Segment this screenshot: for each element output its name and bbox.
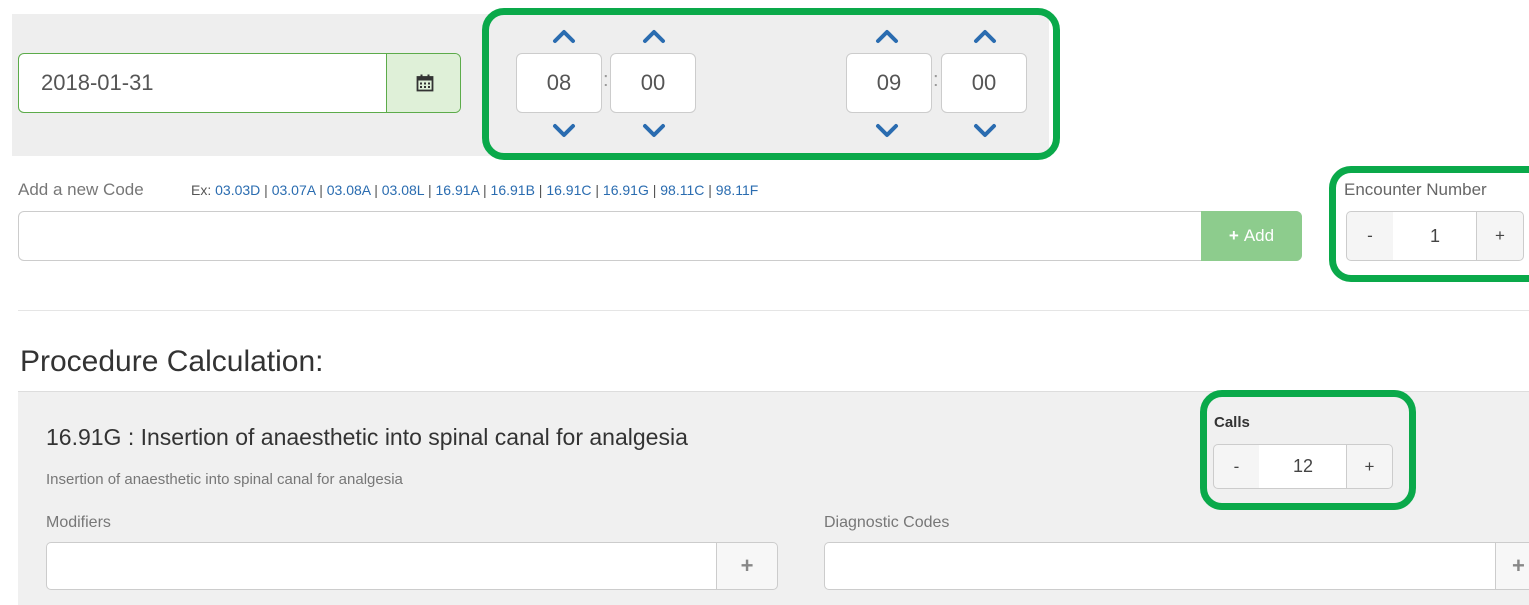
- example-separator: |: [424, 182, 436, 198]
- example-separator: |: [479, 182, 491, 198]
- modifiers-label: Modifiers: [46, 514, 111, 531]
- example-code-link[interactable]: 03.08A: [327, 182, 371, 198]
- date-picker[interactable]: 2018-01-31: [18, 53, 461, 113]
- example-code-link[interactable]: 98.11C: [660, 182, 704, 198]
- code-input[interactable]: [18, 211, 1302, 261]
- calendar-icon: [416, 74, 433, 92]
- example-separator: |: [591, 182, 603, 198]
- diagnostic-codes-label: Diagnostic Codes: [824, 514, 950, 531]
- encounter-highlight: [1329, 166, 1529, 282]
- example-code-link[interactable]: 16.91G: [603, 182, 649, 198]
- add-code-button[interactable]: + Add: [1201, 211, 1302, 261]
- plus-icon: +: [1228, 226, 1239, 245]
- example-separator: |: [534, 182, 547, 198]
- example-code-link[interactable]: 16.91B: [491, 182, 535, 198]
- add-code-label: Add a new Code: [18, 180, 144, 199]
- modifiers-input[interactable]: [46, 542, 717, 590]
- procedure-title: 16.91G : Insertion of anaesthetic into s…: [46, 424, 688, 450]
- divider: [18, 310, 1529, 311]
- calls-highlight: [1200, 390, 1416, 510]
- add-button-label: Add: [1243, 226, 1275, 245]
- example-separator: |: [370, 182, 382, 198]
- example-code-link[interactable]: 16.91C: [546, 182, 591, 198]
- example-code-link[interactable]: 98.11F: [716, 182, 759, 198]
- example-code-link[interactable]: 16.91A: [436, 182, 480, 198]
- examples-prefix: Ex:: [191, 182, 216, 198]
- time-spinners-highlight: [482, 8, 1060, 160]
- example-separator: |: [260, 182, 272, 198]
- section-title: Procedure Calculation:: [20, 345, 324, 378]
- code-examples: Ex: 03.03D | 03.07A | 03.08A | 03.08L | …: [191, 182, 758, 198]
- example-code-link[interactable]: 03.08L: [382, 182, 424, 198]
- example-separator: |: [704, 182, 716, 198]
- example-separator: |: [315, 182, 327, 198]
- add-modifier-button[interactable]: +: [716, 542, 778, 590]
- add-diagnostic-button[interactable]: +: [1495, 542, 1529, 590]
- example-separator: |: [648, 182, 661, 198]
- diagnostic-codes-input[interactable]: [824, 542, 1496, 590]
- procedure-description: Insertion of anaesthetic into spinal can…: [46, 471, 403, 488]
- example-code-link[interactable]: 03.07A: [272, 182, 316, 198]
- calendar-button[interactable]: [387, 54, 460, 112]
- example-code-link[interactable]: 03.03D: [215, 182, 260, 198]
- date-input[interactable]: 2018-01-31: [19, 54, 387, 112]
